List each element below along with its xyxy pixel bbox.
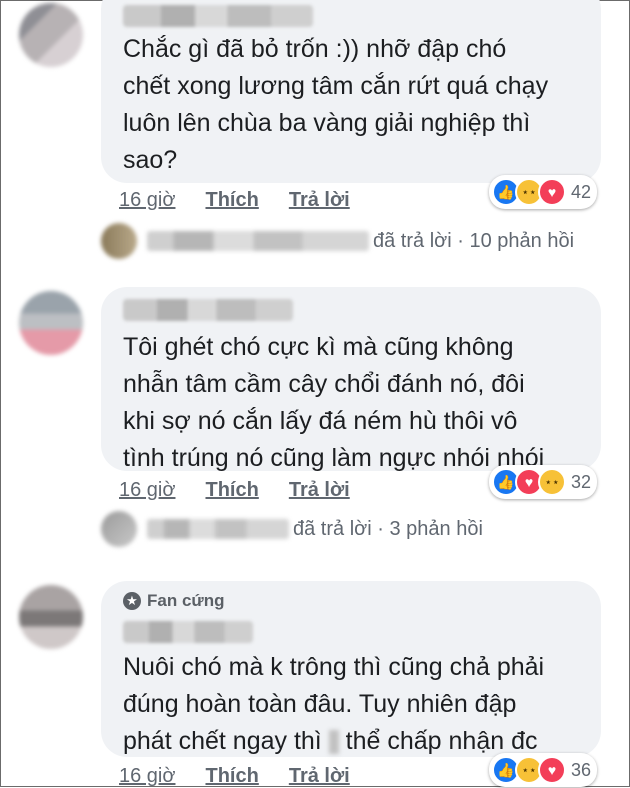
- love-icon: ♥: [538, 178, 566, 206]
- comment-line: khi sợ nó cắn lấy đá ném hù thôi vô: [123, 407, 518, 435]
- comment-line: luôn lên chùa ba vàng giải nghiệp thì: [123, 109, 531, 137]
- reaction-count: 36: [571, 759, 592, 780]
- avatar[interactable]: [19, 291, 83, 355]
- comment-fragment: phát chết ngay thì: [123, 727, 322, 755]
- comment-line: Chắc gì đã bỏ trốn :)) nhỡ đập chó: [123, 35, 507, 63]
- comment-fragment: thể chấp nhận đc: [345, 727, 538, 755]
- author-name-blurred[interactable]: [123, 621, 253, 643]
- comment-bubble: ★ Fan cứng Nuôi chó mà k trông thì cũng …: [101, 581, 601, 757]
- comment-thread: Chắc gì đã bỏ trốn :)) nhỡ đập chó chết …: [0, 0, 630, 787]
- reply-author-blurred: [147, 519, 289, 539]
- badge-label: Fan cứng: [147, 591, 225, 610]
- reactions-summary[interactable]: 👍 ♥ ⋆⋆ 32: [489, 465, 598, 499]
- comment-text: Nuôi chó mà k trông thì cũng chả phải đú…: [123, 649, 544, 760]
- comment-line: nhẫn tâm cầm cây chổi đánh nó, đôi: [123, 370, 525, 398]
- comment-line: sao?: [123, 146, 178, 174]
- reply-summary: đã trả lời · 10 phản hồi: [373, 229, 575, 252]
- love-icon: ♥: [538, 756, 566, 784]
- comment-text: Tôi ghét chó cực kì mà cũng không nhẫn t…: [123, 329, 544, 477]
- comment-text: Chắc gì đã bỏ trốn :)) nhỡ đập chó chết …: [123, 31, 548, 179]
- comment-line: chết xong lương tâm cắn rứt quá chạy: [123, 72, 549, 100]
- view-replies-link[interactable]: đã trả lời · 10 phản hồi: [101, 223, 574, 259]
- view-replies-link[interactable]: đã trả lời · 3 phản hồi: [101, 511, 483, 547]
- comment-bubble: Tôi ghét chó cực kì mà cũng không nhẫn t…: [101, 287, 601, 472]
- reply-summary: đã trả lời · 3 phản hồi: [293, 517, 483, 540]
- comment-actions: 16 giờ Thích Trả lời: [119, 765, 350, 788]
- author-name-blurred[interactable]: [123, 299, 293, 321]
- reaction-count: 42: [571, 181, 592, 202]
- reply-avatar: [101, 223, 137, 259]
- comment-bubble: Chắc gì đã bỏ trốn :)) nhỡ đập chó chết …: [101, 0, 601, 183]
- timestamp[interactable]: 16 giờ: [119, 189, 175, 212]
- timestamp[interactable]: 16 giờ: [119, 765, 175, 788]
- author-name-blurred[interactable]: [123, 5, 313, 27]
- reply-author-blurred: [147, 231, 369, 251]
- reply-button[interactable]: Trả lời: [289, 765, 350, 788]
- comment-line: Nuôi chó mà k trông thì cũng chả phải: [123, 653, 545, 681]
- like-button[interactable]: Thích: [205, 479, 258, 502]
- comment-line: tình trúng nó cũng làm ngực nhói nhói: [123, 444, 545, 472]
- reaction-count: 32: [571, 471, 592, 492]
- comment-line: phát chết ngay thì thể chấp nhận đc: [123, 723, 544, 760]
- like-button[interactable]: Thích: [205, 765, 258, 788]
- fan-badge: ★ Fan cứng: [123, 591, 224, 611]
- timestamp[interactable]: 16 giờ: [119, 479, 175, 502]
- star-icon: ★: [123, 592, 141, 610]
- reactions-summary[interactable]: 👍 ⋆⋆ ♥ 42: [489, 175, 598, 209]
- like-button[interactable]: Thích: [205, 189, 258, 212]
- comment-line: đúng hoàn toàn đâu. Tuy nhiên đập: [123, 690, 517, 718]
- reply-avatar: [101, 511, 137, 547]
- avatar[interactable]: [19, 3, 83, 67]
- censor-blur: [328, 730, 339, 755]
- comment-line: Tôi ghét chó cực kì mà cũng không: [123, 333, 514, 361]
- reply-button[interactable]: Trả lời: [289, 479, 350, 502]
- reply-button[interactable]: Trả lời: [289, 189, 350, 212]
- haha-icon: ⋆⋆: [538, 468, 566, 496]
- avatar[interactable]: [19, 585, 83, 649]
- comment-actions: 16 giờ Thích Trả lời: [119, 189, 350, 212]
- reactions-summary[interactable]: 👍 ⋆⋆ ♥ 36: [489, 753, 598, 787]
- comment-actions: 16 giờ Thích Trả lời: [119, 479, 350, 502]
